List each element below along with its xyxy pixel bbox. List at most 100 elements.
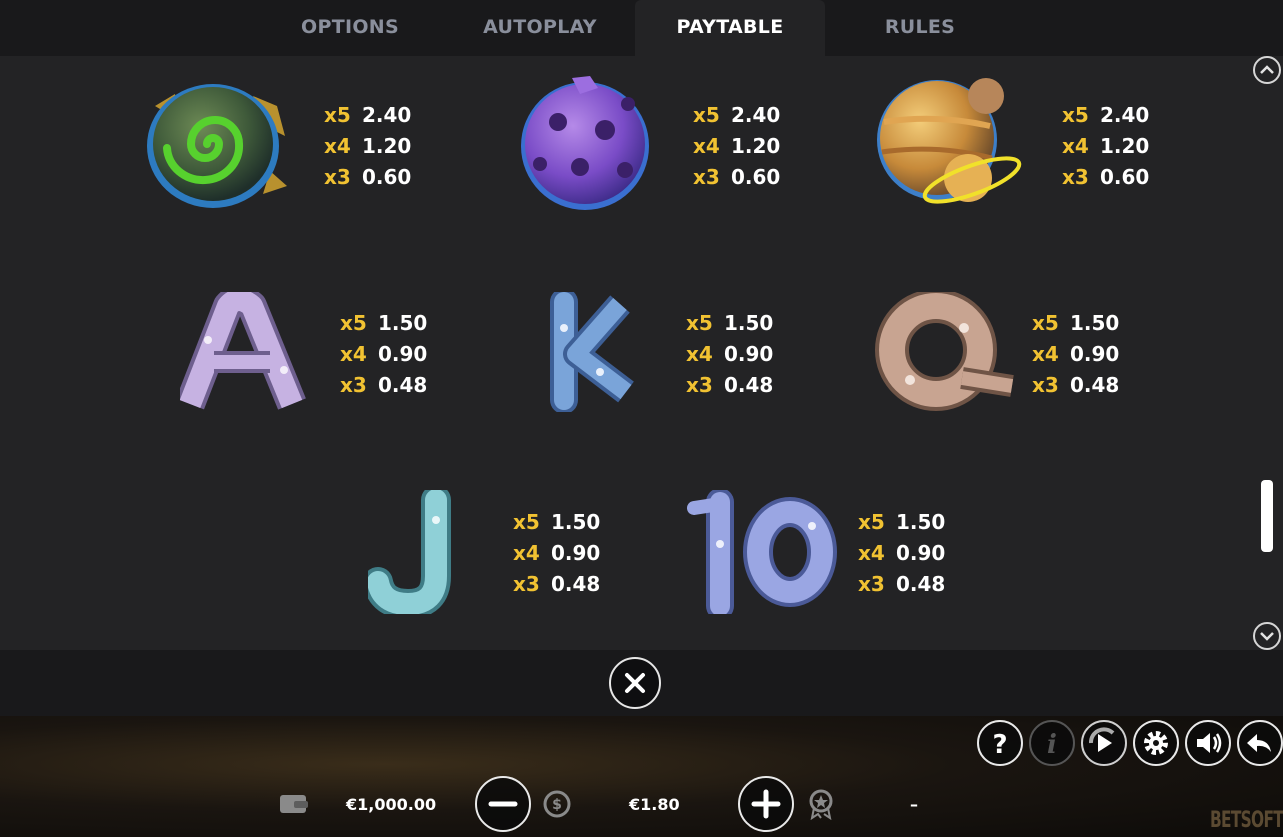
pay-row: x3 0.60 xyxy=(324,162,411,193)
chevron-up-icon xyxy=(1260,65,1274,74)
multiplier: x4 xyxy=(340,342,367,366)
settings-button[interactable] xyxy=(1133,720,1179,766)
coins-icon: $ xyxy=(543,790,571,818)
multiplier: x4 xyxy=(686,342,713,366)
multiplier: x3 xyxy=(693,165,720,189)
pay-row: x3 0.48 xyxy=(513,569,600,600)
multiplier: x5 xyxy=(340,311,367,335)
pay-row: x5 1.50 xyxy=(513,507,600,538)
pay-row: x3 0.48 xyxy=(1032,370,1119,401)
letter-k-pays: x5 1.50 x4 0.90 x3 0.48 xyxy=(686,308,773,401)
payout: 2.40 xyxy=(362,103,412,127)
payout: 0.48 xyxy=(724,373,774,397)
orange-planet-symbol xyxy=(877,78,1022,204)
payout: 1.50 xyxy=(1070,311,1120,335)
multiplier: x4 xyxy=(693,134,720,158)
multiplier: x5 xyxy=(686,311,713,335)
pay-row: x5 1.50 xyxy=(686,308,773,339)
multiplier: x4 xyxy=(1032,342,1059,366)
number-10-pays: x5 1.50 x4 0.90 x3 0.48 xyxy=(858,507,945,600)
tab-bar: OPTIONS AUTOPLAY PAYTABLE RULES xyxy=(0,0,1283,56)
autoplay-button[interactable] xyxy=(1081,720,1127,766)
close-button[interactable] xyxy=(609,657,661,709)
multiplier: x3 xyxy=(686,373,713,397)
purple-moon-symbol xyxy=(521,76,649,210)
multiplier: x5 xyxy=(513,510,540,534)
info-button[interactable]: i xyxy=(1029,720,1075,766)
bet-value: €1.80 xyxy=(629,795,680,814)
payout: 0.60 xyxy=(731,165,781,189)
pay-row: x4 1.20 xyxy=(1062,131,1149,162)
info-icon: i xyxy=(1047,730,1057,760)
letter-j-pays: x5 1.50 x4 0.90 x3 0.48 xyxy=(513,507,600,600)
pay-row: x3 0.60 xyxy=(693,162,780,193)
back-button[interactable] xyxy=(1237,720,1283,766)
tab-rules[interactable]: RULES xyxy=(825,0,1015,56)
pay-row: x3 0.48 xyxy=(858,569,945,600)
question-icon: ? xyxy=(992,730,1007,760)
payout: 2.40 xyxy=(731,103,781,127)
payout: 0.90 xyxy=(724,342,774,366)
multiplier: x5 xyxy=(1032,311,1059,335)
pay-row: x4 1.20 xyxy=(693,131,780,162)
pay-row: x3 0.60 xyxy=(1062,162,1149,193)
orange-planet-pays: x5 2.40 x4 1.20 x3 0.60 xyxy=(1062,100,1149,193)
multiplier: x4 xyxy=(858,541,885,565)
pay-row: x5 1.50 xyxy=(858,507,945,538)
tab-autoplay[interactable]: AUTOPLAY xyxy=(445,0,635,56)
payout: 0.48 xyxy=(551,572,601,596)
payout: 0.48 xyxy=(896,572,946,596)
letter-a-symbol xyxy=(180,292,306,410)
payout: 1.50 xyxy=(724,311,774,335)
speaker-icon xyxy=(1197,733,1222,753)
multiplier: x5 xyxy=(324,103,351,127)
pay-row: x4 0.90 xyxy=(513,538,600,569)
letter-q-pays: x5 1.50 x4 0.90 x3 0.48 xyxy=(1032,308,1119,401)
multiplier: x3 xyxy=(324,165,351,189)
scrollbar-thumb[interactable] xyxy=(1261,480,1273,552)
green-planet-pays: x5 2.40 x4 1.20 x3 0.60 xyxy=(324,100,411,193)
payout: 1.20 xyxy=(731,134,781,158)
tab-options[interactable]: OPTIONS xyxy=(255,0,445,56)
multiplier: x3 xyxy=(858,572,885,596)
svg-text:?: ? xyxy=(992,730,1007,760)
close-icon xyxy=(625,673,645,693)
pay-row: x4 0.90 xyxy=(1032,339,1119,370)
plus-icon xyxy=(751,789,781,819)
pay-row: x5 1.50 xyxy=(1032,308,1119,339)
payout: 0.60 xyxy=(1100,165,1150,189)
chevron-down-icon xyxy=(1260,632,1274,641)
award-icon xyxy=(809,789,833,820)
pay-row: x4 0.90 xyxy=(858,538,945,569)
minus-icon xyxy=(488,801,518,807)
multiplier: x4 xyxy=(513,541,540,565)
payout: 1.50 xyxy=(378,311,428,335)
letter-a-pays: x5 1.50 x4 0.90 x3 0.48 xyxy=(340,308,427,401)
svg-text:i: i xyxy=(1047,730,1057,760)
pay-row: x3 0.48 xyxy=(686,370,773,401)
multiplier: x5 xyxy=(858,510,885,534)
payout: 0.48 xyxy=(378,373,428,397)
tab-paytable[interactable]: PAYTABLE xyxy=(635,0,825,56)
autoplay-icon xyxy=(1089,727,1115,752)
svg-text:$: $ xyxy=(552,797,562,813)
pay-row: x5 2.40 xyxy=(324,100,411,131)
letter-j-symbol xyxy=(368,490,451,614)
multiplier: x5 xyxy=(1062,103,1089,127)
payout: 0.60 xyxy=(362,165,412,189)
multiplier: x3 xyxy=(1032,373,1059,397)
increase-bet-button[interactable] xyxy=(738,776,794,832)
decrease-bet-button[interactable] xyxy=(475,776,531,832)
scroll-up-button[interactable] xyxy=(1253,56,1281,84)
scroll-down-button[interactable] xyxy=(1253,622,1281,650)
pay-row: x5 1.50 xyxy=(340,308,427,339)
sound-button[interactable] xyxy=(1185,720,1231,766)
help-button[interactable]: ? xyxy=(977,720,1023,766)
payout: 0.90 xyxy=(1070,342,1120,366)
purple-moon-pays: x5 2.40 x4 1.20 x3 0.60 xyxy=(693,100,780,193)
pay-row: x4 1.20 xyxy=(324,131,411,162)
multiplier: x3 xyxy=(1062,165,1089,189)
payout: 0.48 xyxy=(1070,373,1120,397)
payout: 1.50 xyxy=(896,510,946,534)
pay-row: x3 0.48 xyxy=(340,370,427,401)
